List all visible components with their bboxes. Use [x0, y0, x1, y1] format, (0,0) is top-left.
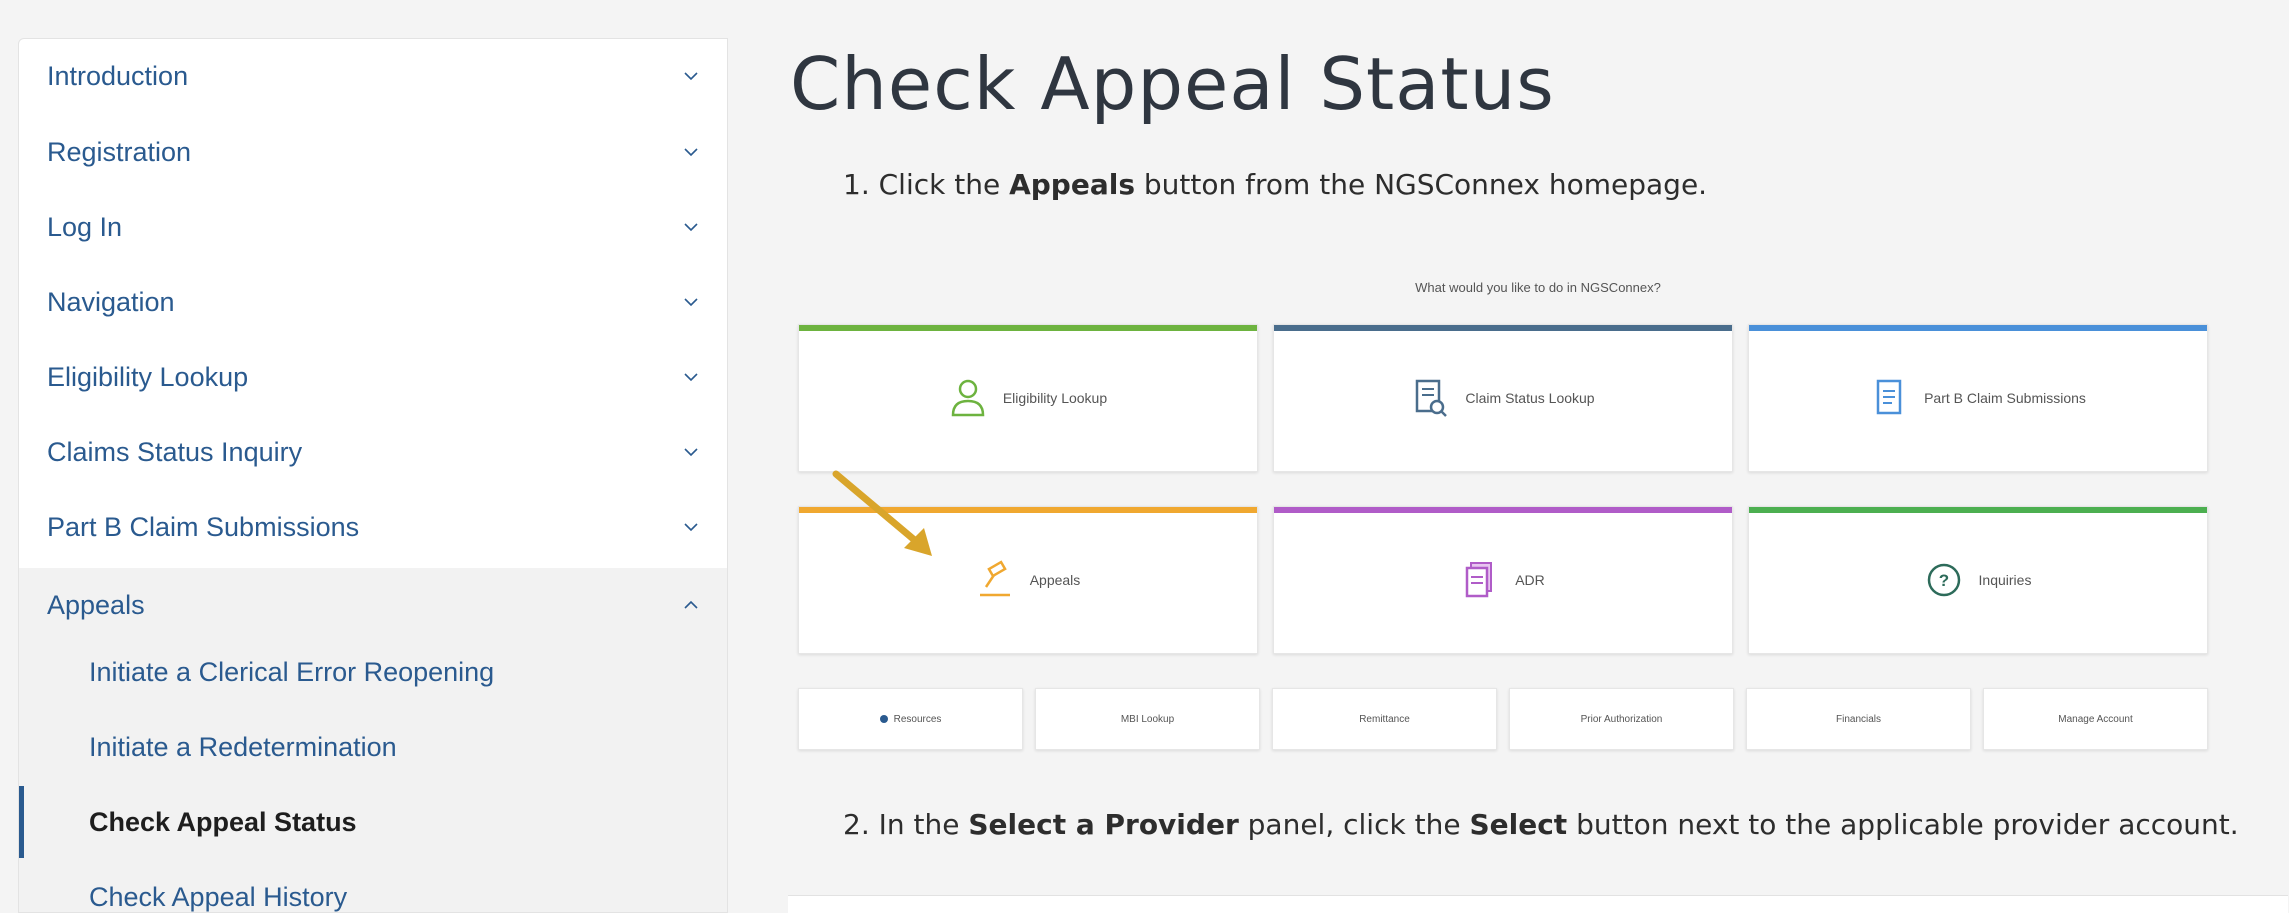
- tile-accent-bar: [1749, 507, 2207, 513]
- step-2-text: 2. In the Select a Provider panel, click…: [843, 808, 2239, 841]
- sidebar-item-label: Part B Claim Submissions: [47, 511, 360, 542]
- document-icon: [1870, 377, 1908, 419]
- part-b-claim-submissions-tile: Part B Claim Submissions: [1748, 324, 2208, 472]
- sidebar-subitem-clerical-error-reopening[interactable]: Initiate a Clerical Error Reopening: [19, 636, 727, 708]
- chevron-down-icon: [681, 367, 701, 387]
- chevron-down-icon: [681, 442, 701, 462]
- person-icon: [949, 377, 987, 419]
- sidebar-item-label: Eligibility Lookup: [47, 361, 249, 392]
- tile-label: ADR: [1515, 572, 1545, 588]
- appeals-section: Appeals Initiate a Clerical Error Reopen…: [19, 568, 727, 912]
- sidebar-item-label: Log In: [47, 211, 123, 242]
- link-label: MBI Lookup: [1120, 713, 1175, 725]
- tile-label: Eligibility Lookup: [1002, 390, 1108, 406]
- sidebar-item-log-in[interactable]: Log In: [19, 190, 727, 264]
- sidebar-nav: Introduction Registration Log In Navigat…: [18, 38, 728, 913]
- resources-link-tile: Resources: [798, 688, 1023, 750]
- ngsconnex-homepage-screenshot: What would you like to do in NGSConnex? …: [798, 268, 2288, 768]
- active-indicator: [19, 786, 24, 858]
- step-2-suffix: button next to the applicable provider a…: [1567, 808, 2239, 841]
- question-icon: ?: [1925, 559, 1963, 601]
- sidebar-subitem-label: Check Appeal Status: [89, 806, 357, 837]
- sidebar-item-introduction[interactable]: Introduction: [19, 39, 727, 113]
- tile-accent-bar: [799, 325, 1257, 331]
- manage-account-link-tile: Manage Account: [1983, 688, 2208, 750]
- step-1-prefix: 1. Click the: [843, 168, 1010, 201]
- link-label: Manage Account: [2058, 713, 2133, 725]
- mbi-lookup-link-tile: MBI Lookup: [1035, 688, 1260, 750]
- sidebar-item-label: Claims Status Inquiry: [47, 436, 303, 467]
- sidebar-item-eligibility-lookup[interactable]: Eligibility Lookup: [19, 340, 727, 414]
- sidebar-subitem-check-appeal-status[interactable]: Check Appeal Status: [19, 786, 727, 858]
- inquiries-tile: ? Inquiries: [1748, 506, 2208, 654]
- chevron-down-icon: [681, 292, 701, 312]
- financials-link-tile: Financials: [1746, 688, 1971, 750]
- sidebar-subitem-check-appeal-history[interactable]: Check Appeal History: [19, 861, 727, 912]
- tile-accent-bar: [1749, 325, 2207, 331]
- resources-dot-icon: [879, 715, 888, 723]
- sidebar-item-label: Navigation: [47, 286, 175, 317]
- adr-tile: ADR: [1273, 506, 1733, 654]
- chevron-down-icon: [681, 142, 701, 162]
- step-1-text: 1. Click the Appeals button from the NGS…: [843, 168, 1707, 201]
- sidebar-subitem-redetermination[interactable]: Initiate a Redetermination: [19, 711, 727, 783]
- step-1-bold: Appeals: [1009, 168, 1135, 201]
- sidebar-item-label: Registration: [47, 136, 192, 167]
- sidebar-item-navigation[interactable]: Navigation: [19, 265, 727, 339]
- document-stack-icon: [1461, 559, 1499, 601]
- sidebar-item-label: Introduction: [47, 60, 189, 91]
- sidebar-subitem-label: Initiate a Clerical Error Reopening: [89, 656, 495, 687]
- chevron-down-icon: [681, 217, 701, 237]
- document-search-icon: [1411, 377, 1449, 419]
- step-2-middle: panel, click the: [1238, 808, 1470, 841]
- svg-text:?: ?: [1938, 571, 1948, 590]
- sidebar-item-claims-status-inquiry[interactable]: Claims Status Inquiry: [19, 415, 727, 489]
- link-label: Financials: [1835, 713, 1882, 725]
- sidebar-item-appeals[interactable]: Appeals: [19, 568, 727, 642]
- next-screenshot-panel: [788, 895, 2288, 913]
- tile-accent-bar: [1274, 507, 1732, 513]
- tile-label: Appeals: [1029, 572, 1081, 588]
- page-title: Check Appeal Status: [790, 42, 1555, 126]
- step-2-prefix: 2. In the: [843, 808, 969, 841]
- sidebar-subitem-label: Check Appeal History: [89, 881, 348, 912]
- sidebar-item-part-b-claim-submissions[interactable]: Part B Claim Submissions: [19, 490, 727, 564]
- arrow-pointer-icon: [832, 470, 932, 556]
- main-content: Check Appeal Status 1. Click the Appeals…: [728, 0, 2289, 913]
- eligibility-lookup-tile: Eligibility Lookup: [798, 324, 1258, 472]
- claim-status-lookup-tile: Claim Status Lookup: [1273, 324, 1733, 472]
- prior-authorization-link-tile: Prior Authorization: [1509, 688, 1734, 750]
- sidebar-subitem-label: Initiate a Redetermination: [89, 731, 397, 762]
- tile-label: Inquiries: [1978, 572, 2032, 588]
- link-label: Remittance: [1359, 713, 1410, 725]
- step-2-bold-1: Select a Provider: [968, 808, 1239, 841]
- chevron-down-icon: [681, 66, 701, 86]
- chevron-up-icon: [681, 595, 701, 615]
- tile-label: Part B Claim Submissions: [1924, 390, 2086, 406]
- step-1-suffix: button from the NGSConnex homepage.: [1135, 168, 1708, 201]
- gavel-icon: [976, 559, 1014, 601]
- tile-accent-bar: [1274, 325, 1732, 331]
- sidebar-item-label: Appeals: [47, 589, 145, 620]
- step-2-bold-2: Select: [1469, 808, 1568, 841]
- link-label: Prior Authorization: [1580, 713, 1663, 725]
- chevron-down-icon: [681, 517, 701, 537]
- tile-label: Claim Status Lookup: [1465, 390, 1595, 406]
- homepage-question: What would you like to do in NGSConnex?: [1415, 280, 1661, 295]
- link-label: Resources: [893, 713, 942, 725]
- remittance-link-tile: Remittance: [1272, 688, 1497, 750]
- sidebar-item-registration[interactable]: Registration: [19, 115, 727, 189]
